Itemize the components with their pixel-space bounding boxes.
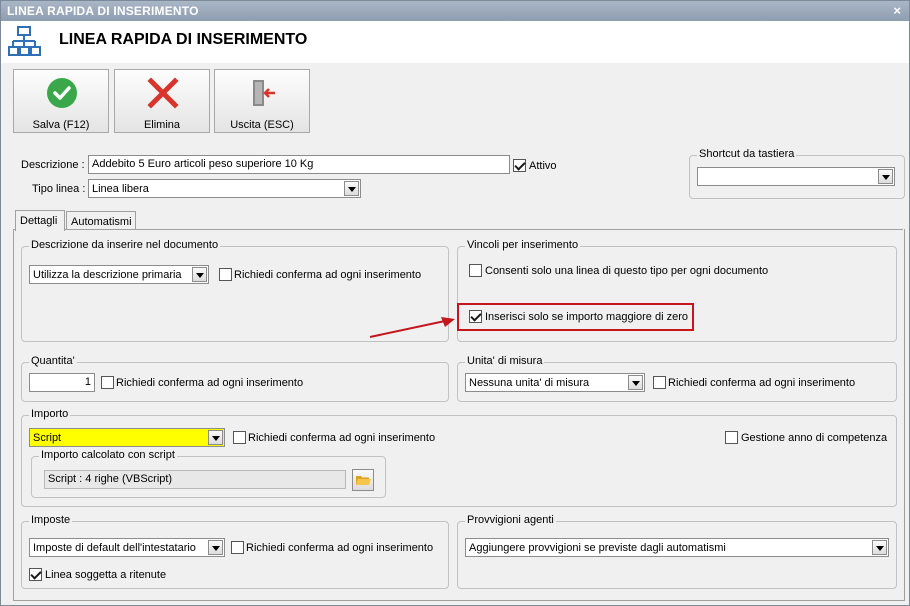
unita-confirm-label: Richiedi conferma ad ogni inserimento [668, 377, 856, 389]
quantita-group: Quantita' 1 Richiedi conferma ad ogni in… [21, 355, 449, 402]
unita-value: Nessuna unita' di misura [469, 377, 590, 389]
chevron-down-icon[interactable] [628, 375, 643, 390]
chevron-down-icon[interactable] [878, 169, 893, 184]
importo-confirm-checkbox[interactable] [233, 431, 246, 444]
tab-dettagli[interactable]: Dettagli [15, 210, 65, 231]
positive-amount-checkbox[interactable] [469, 310, 482, 323]
descrizione-doc-title: Descrizione da inserire nel documento [29, 239, 221, 251]
script-field: Script : 4 righe (VBScript) [44, 470, 346, 489]
dialog-window: LINEA RAPIDA DI INSERIMENTO × LINEA RAPI… [0, 0, 910, 606]
descrizione-input[interactable]: Addebito 5 Euro articoli peso superiore … [88, 155, 510, 174]
imposte-confirm-label: Richiedi conferma ad ogni inserimento [246, 542, 434, 554]
quantita-title: Quantita' [29, 355, 77, 367]
positive-amount-label: Inserisci solo se importo maggiore di ze… [485, 311, 688, 323]
imposte-value: Imposte di default dell'intestatario [33, 542, 196, 554]
delete-label: Elimina [143, 119, 181, 131]
tab-automatismi[interactable]: Automatismi [66, 211, 136, 229]
imposte-title: Imposte [29, 514, 73, 526]
quantita-input[interactable]: 1 [29, 373, 95, 392]
shortcut-group-title: Shortcut da tastiera [697, 148, 797, 160]
descrizione-doc-value: Utilizza la descrizione primaria [33, 269, 182, 281]
close-icon[interactable]: × [893, 3, 901, 18]
exit-button[interactable]: Uscita (ESC) [214, 69, 310, 133]
delete-x-icon [147, 77, 179, 112]
chevron-down-icon[interactable] [344, 181, 359, 196]
chevron-down-icon[interactable] [872, 540, 887, 555]
one-line-label: Consenti solo una linea di questo tipo p… [485, 265, 769, 277]
descrizione-label: Descrizione : [21, 159, 85, 171]
importo-title: Importo [29, 408, 71, 420]
script-group-title: Importo calcolato con script [39, 449, 177, 461]
provvigioni-select[interactable]: Aggiungere provvigioni se previste dagli… [465, 538, 889, 557]
shortcut-group: Shortcut da tastiera [689, 148, 905, 199]
imposte-select[interactable]: Imposte di default dell'intestatario [29, 538, 225, 557]
importo-select[interactable]: Script [29, 428, 225, 447]
tipo-linea-label: Tipo linea : [32, 183, 86, 195]
tipo-linea-value: Linea libera [92, 183, 149, 195]
script-group: Importo calcolato con script Script : 4 … [31, 449, 386, 498]
importo-group: Importo Script Richiedi conferma ad ogni… [21, 408, 897, 507]
imposte-group: Imposte Imposte di default dell'intestat… [21, 514, 449, 589]
unita-title: Unita' di misura [465, 355, 545, 367]
save-button[interactable]: Salva (F12) [13, 69, 109, 133]
provvigioni-value: Aggiungere provvigioni se previste dagli… [469, 542, 726, 554]
descrizione-doc-select[interactable]: Utilizza la descrizione primaria [29, 265, 209, 284]
imposte-confirm-checkbox[interactable] [231, 541, 244, 554]
header: LINEA RAPIDA DI INSERIMENTO [1, 21, 909, 63]
provvigioni-group: Provvigioni agenti Aggiungere provvigion… [457, 514, 897, 589]
attivo-label: Attivo [529, 160, 557, 172]
descrizione-confirm-checkbox[interactable] [219, 268, 232, 281]
title-bar: LINEA RAPIDA DI INSERIMENTO × [1, 1, 909, 21]
chevron-down-icon[interactable] [208, 430, 223, 445]
shortcut-select[interactable] [697, 167, 895, 186]
unita-select[interactable]: Nessuna unita' di misura [465, 373, 645, 392]
descrizione-confirm-label: Richiedi conferma ad ogni inserimento [234, 269, 422, 281]
exit-label: Uscita (ESC) [230, 119, 294, 131]
save-label: Salva (F12) [32, 119, 90, 131]
check-circle-icon [46, 77, 78, 112]
tab-dettagli-label: Dettagli [20, 215, 58, 227]
window-title: LINEA RAPIDA DI INSERIMENTO [7, 4, 199, 18]
quantita-confirm-checkbox[interactable] [101, 376, 114, 389]
chevron-down-icon[interactable] [192, 267, 207, 282]
tipo-linea-select[interactable]: Linea libera [88, 179, 361, 198]
delete-button[interactable]: Elimina [114, 69, 210, 133]
importo-value: Script [33, 432, 62, 444]
one-line-checkbox[interactable] [469, 264, 482, 277]
chevron-down-icon[interactable] [208, 540, 223, 555]
unita-confirm-checkbox[interactable] [653, 376, 666, 389]
unita-group: Unita' di misura Nessuna unita' di misur… [457, 355, 897, 402]
anno-competenza-checkbox[interactable] [725, 431, 738, 444]
provvigioni-title: Provvigioni agenti [465, 514, 556, 526]
quantita-confirm-label: Richiedi conferma ad ogni inserimento [116, 377, 304, 389]
vincoli-group: Vincoli per inserimento Consenti solo un… [457, 239, 897, 342]
exit-door-icon [247, 77, 279, 112]
annotation-arrow [369, 317, 455, 338]
network-icon [7, 25, 41, 62]
ritenute-label: Linea soggetta a ritenute [45, 569, 167, 581]
attivo-checkbox[interactable] [513, 159, 526, 172]
page-title: LINEA RAPIDA DI INSERIMENTO [59, 31, 308, 48]
tab-divider [13, 229, 903, 230]
folder-open-icon[interactable] [352, 469, 374, 491]
anno-competenza-label: Gestione anno di competenza [741, 432, 888, 444]
importo-confirm-label: Richiedi conferma ad ogni inserimento [248, 432, 436, 444]
ritenute-checkbox[interactable] [29, 568, 42, 581]
vincoli-title: Vincoli per inserimento [465, 239, 581, 251]
tab-automatismi-label: Automatismi [71, 216, 132, 228]
